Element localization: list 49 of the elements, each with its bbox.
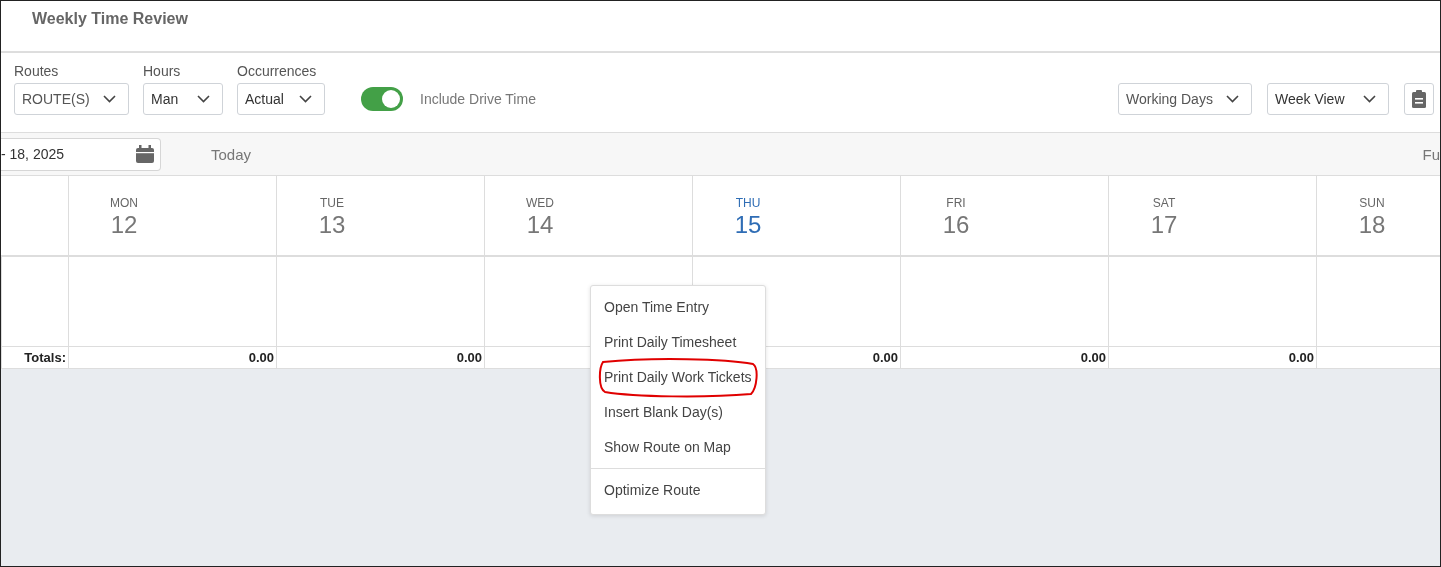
chevron-down-icon <box>299 95 312 103</box>
total-cell: 0.00 <box>68 347 276 369</box>
day-number: 12 <box>109 211 139 239</box>
filter-label: Occurrences <box>237 63 318 79</box>
calendar-icon <box>136 145 154 163</box>
weekday-label: TUE <box>319 196 345 210</box>
total-cell: 0.00 <box>900 347 1108 369</box>
chevron-down-icon <box>1363 95 1376 103</box>
date-field[interactable]: - 18, 2025 <box>1 137 161 171</box>
dropdown[interactable]: Man <box>143 83 223 115</box>
window-title: Weekly Time Review <box>31 9 189 28</box>
day-cell[interactable] <box>900 257 1108 347</box>
clipboard-button[interactable] <box>1404 83 1434 115</box>
dropdown[interactable]: ROUTE(S) <box>14 83 129 115</box>
chevron-down-icon <box>197 95 210 103</box>
menu-item[interactable]: Show Route on Map <box>591 430 765 465</box>
dropdown[interactable]: Week View <box>1267 83 1389 115</box>
day-number: 15 <box>733 211 763 239</box>
total-cell: 0.00 <box>1108 347 1316 369</box>
filter-label: Hours <box>143 63 182 79</box>
weekday-label: SUN <box>1358 196 1386 210</box>
clipboard-icon <box>1412 90 1426 108</box>
day-number: 14 <box>525 211 555 239</box>
chevron-down-icon <box>1226 95 1239 103</box>
toggle-label: Include Drive Time <box>420 91 536 107</box>
chevron-down-icon <box>103 95 116 103</box>
toggle-switch[interactable] <box>361 87 403 111</box>
day-cell[interactable] <box>1108 257 1316 347</box>
weekday-label: WED <box>525 196 555 210</box>
day-number: 16 <box>941 211 971 239</box>
total-cell: 0.00 <box>276 347 484 369</box>
day-cell[interactable] <box>68 257 276 347</box>
weekday-label: FRI <box>945 196 967 210</box>
weekday-label: SAT <box>1151 196 1177 210</box>
menu-item[interactable]: Optimize Route <box>591 473 765 508</box>
day-number: 18 <box>1357 211 1387 239</box>
day-cell[interactable] <box>276 257 484 347</box>
weekday-label: MON <box>109 196 139 210</box>
day-number: 13 <box>317 211 347 239</box>
today-button[interactable]: Today <box>211 145 252 163</box>
menu-item[interactable]: Insert Blank Day(s) <box>591 395 765 430</box>
totals-label: Totals: <box>24 350 66 365</box>
toolbar-text: Fu <box>1422 145 1440 163</box>
dropdown[interactable]: Working Days <box>1118 83 1252 115</box>
day-number: 17 <box>1149 211 1179 239</box>
weekday-label: THU <box>734 196 762 210</box>
menu-item[interactable]: Open Time Entry <box>591 290 765 325</box>
dropdown[interactable]: Actual <box>237 83 325 115</box>
filter-label: Routes <box>14 63 60 79</box>
